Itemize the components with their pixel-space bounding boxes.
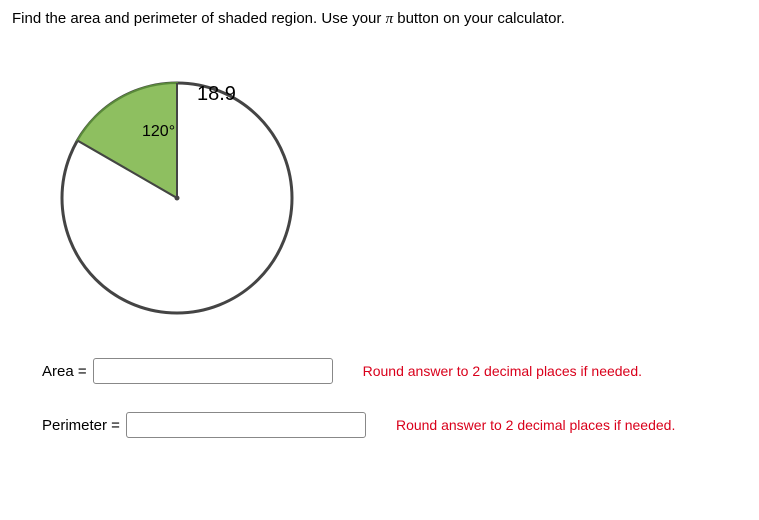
area-input[interactable] — [93, 358, 333, 384]
pi-symbol: π — [386, 11, 394, 27]
circle-sector-svg — [47, 68, 307, 328]
area-label: Area = — [42, 363, 87, 380]
answer-section: Area = Round answer to 2 decimal places … — [42, 358, 747, 438]
sector-diagram: 18.9 120° — [47, 68, 747, 328]
question-suffix: button on your calculator. — [393, 10, 565, 27]
angle-label: 120° — [142, 123, 175, 141]
question-text: Find the area and perimeter of shaded re… — [12, 10, 747, 28]
perimeter-label: Perimeter = — [42, 417, 120, 434]
center-dot — [175, 196, 180, 201]
area-hint: Round answer to 2 decimal places if need… — [363, 363, 642, 379]
question-prefix: Find the area and perimeter of shaded re… — [12, 10, 386, 27]
perimeter-row: Perimeter = Round answer to 2 decimal pl… — [42, 412, 747, 438]
perimeter-hint: Round answer to 2 decimal places if need… — [396, 417, 675, 433]
radius-label: 18.9 — [197, 83, 236, 106]
area-row: Area = Round answer to 2 decimal places … — [42, 358, 747, 384]
perimeter-input[interactable] — [126, 412, 366, 438]
